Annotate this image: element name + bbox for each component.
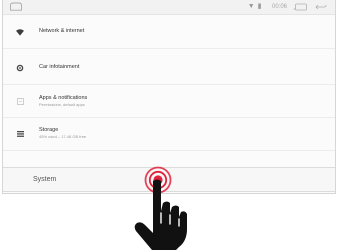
settings-item-texts: Network & internet [39, 28, 84, 35]
storage-icon [15, 129, 25, 139]
settings-item-texts: Car infotainment [39, 64, 79, 71]
screen: ▼ ▮ 00:06 Network & internet Car infotai… [0, 0, 338, 251]
settings-item-storage[interactable]: Storage 45% used – 17.48 GB free [3, 118, 335, 151]
back-icon[interactable] [315, 3, 327, 11]
status-right: ▼ ▮ 00:06 [248, 1, 327, 13]
settings-item-texts: Storage 45% used – 17.48 GB free [39, 127, 86, 140]
settings-item-label: Network & internet [39, 28, 85, 34]
status-time: 00:06 [271, 4, 287, 10]
settings-item-subtitle: 45% used – 17.48 GB free [39, 134, 87, 139]
settings-item-apps[interactable]: Apps & notifications Permissions, defaul… [3, 85, 335, 118]
settings-item-label: Storage [39, 127, 59, 133]
wifi-icon [15, 27, 25, 37]
settings-gear-icon [15, 63, 25, 73]
settings-item-car[interactable]: Car infotainment [3, 49, 335, 85]
settings-item-label: Car infotainment [39, 64, 80, 70]
settings-item-texts: Apps & notifications Permissions, defaul… [39, 95, 87, 108]
settings-list: Network & internet Car infotainment Apps… [3, 15, 335, 151]
pointing-hand-icon [134, 179, 187, 250]
settings-item-subtitle: Permissions, default apps [39, 102, 85, 107]
recents-icon[interactable] [293, 3, 309, 11]
home-icon[interactable] [9, 2, 23, 11]
settings-item-network[interactable]: Network & internet [3, 15, 335, 49]
status-bar: ▼ ▮ 00:06 [3, 0, 335, 15]
settings-item-label: Apps & notifications [39, 95, 88, 101]
apps-icon [15, 96, 25, 106]
wifi-signal-icon: ▼ ▮ [247, 3, 262, 10]
system-label: System [33, 176, 57, 183]
